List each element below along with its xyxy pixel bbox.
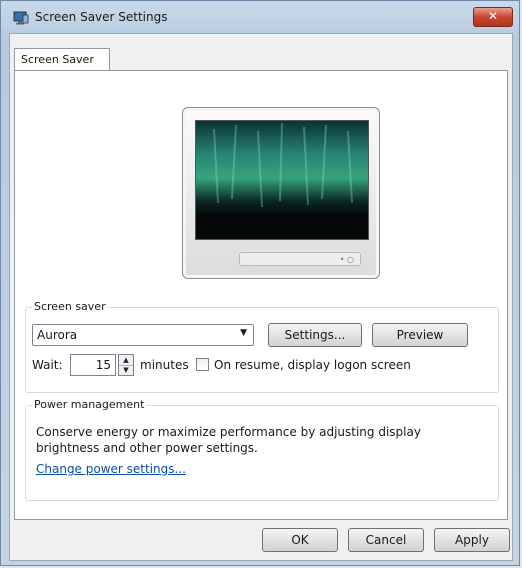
resume-logon-label[interactable]: On resume, display logon screen	[214, 358, 411, 372]
resume-logon-checkbox[interactable]	[196, 358, 209, 371]
cancel-button[interactable]: Cancel	[348, 528, 424, 552]
power-management-group-label: Power management	[32, 398, 147, 411]
aurora-preview-image	[196, 121, 368, 239]
minutes-label: minutes	[140, 358, 189, 372]
screen-saver-settings-window: Screen Saver Settings ✕ Screen Saver • ○…	[0, 0, 520, 566]
screen-saver-tab-panel: • ○ Screen saver Aurora ▼ Settings... Pr…	[14, 70, 508, 520]
change-power-settings-link[interactable]: Change power settings...	[36, 462, 186, 476]
title-bar[interactable]: Screen Saver Settings ✕	[1, 1, 519, 33]
window-title: Screen Saver Settings	[35, 10, 168, 24]
chevron-down-icon: ▼	[240, 328, 247, 338]
ok-button[interactable]: OK	[262, 528, 338, 552]
tab-screen-saver[interactable]: Screen Saver	[14, 48, 110, 70]
settings-button[interactable]: Settings...	[268, 323, 362, 347]
apply-button[interactable]: Apply	[434, 528, 510, 552]
screen-saver-dropdown[interactable]: Aurora ▼	[32, 324, 254, 346]
screen-saver-selected-value: Aurora	[37, 328, 78, 342]
monitor-stand-bar: • ○	[239, 252, 361, 266]
spin-down-arrow-icon[interactable]: ▼	[119, 365, 133, 375]
dialog-body: Screen Saver • ○ Screen saver Aurora ▼ S…	[9, 33, 513, 561]
preview-button[interactable]: Preview	[372, 323, 468, 347]
screen-saver-group: Screen saver Aurora ▼ Settings... Previe…	[25, 300, 499, 393]
power-management-description: Conserve energy or maximize performance …	[36, 425, 421, 455]
wait-minutes-input[interactable]: 15	[70, 354, 116, 376]
display-settings-icon	[13, 11, 29, 25]
wait-label: Wait:	[32, 358, 63, 372]
screensaver-preview-monitor: • ○	[182, 107, 380, 279]
power-led-icon: • ○	[339, 255, 354, 264]
wait-minutes-spinner[interactable]: ▲ ▼	[118, 354, 134, 376]
close-button[interactable]: ✕	[473, 7, 513, 27]
power-management-group: Power management Conserve energy or maxi…	[25, 398, 499, 501]
aurora-preview-screen	[195, 120, 369, 240]
screen-saver-group-label: Screen saver	[32, 300, 108, 313]
